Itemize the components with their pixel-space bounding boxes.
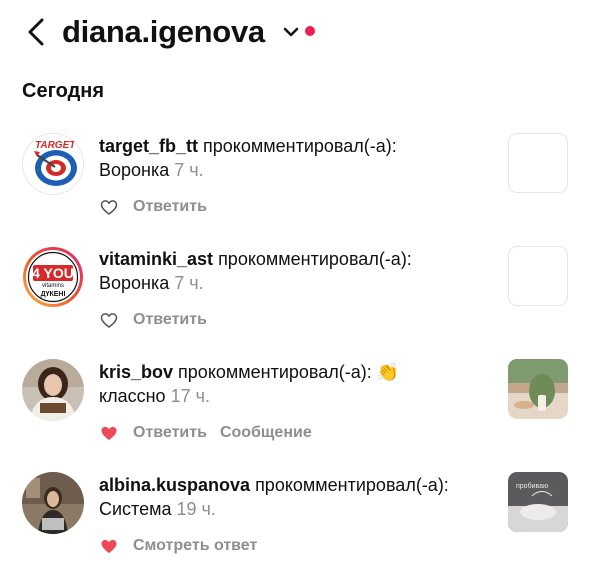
timestamp: 17 ч. xyxy=(170,386,210,406)
notification-actions: Ответить xyxy=(99,308,220,332)
post-thumbnail[interactable] xyxy=(508,359,568,419)
avatar-logo-subtext: vitamins xyxy=(42,283,64,289)
notification-text: kris_bov прокомментировал(-а): 👏 классно… xyxy=(99,360,489,408)
comment-text: Воронка xyxy=(99,160,170,180)
comment-text: Система xyxy=(99,499,172,519)
post-thumbnail[interactable] xyxy=(508,246,568,306)
timestamp: 7 ч. xyxy=(174,160,204,180)
post-thumbnail[interactable]: пробиваю xyxy=(508,472,568,532)
reply-button[interactable]: Ответить xyxy=(133,424,207,442)
notification-actions: Ответить Сообщение xyxy=(99,421,325,445)
account-username[interactable]: diana.igenova xyxy=(62,12,265,52)
notification-item: albina.kuspanova прокомментировал(-а): С… xyxy=(0,472,590,584)
comment-text: классно xyxy=(99,386,166,406)
timestamp: 7 ч. xyxy=(174,273,204,293)
action-text: прокомментировал(-а): xyxy=(250,475,449,495)
avatar-logo-text: TARGET xyxy=(35,140,76,151)
chevron-down-icon[interactable] xyxy=(282,25,300,39)
header: diana.igenova xyxy=(0,0,590,64)
notification-text: vitaminki_ast прокомментировал(-а): Воро… xyxy=(99,247,489,295)
avatar-logo-text: 4 YOU xyxy=(32,265,74,281)
username-link[interactable]: target_fb_tt xyxy=(99,136,198,156)
avatar[interactable] xyxy=(22,359,84,421)
avatar[interactable]: TARGET xyxy=(22,133,84,195)
reply-button[interactable]: Ответить xyxy=(133,198,207,216)
action-text: прокомментировал(-а): xyxy=(198,136,397,156)
avatar-logo-bottom: ДҮКЕНІ xyxy=(41,291,66,298)
avatar[interactable]: 4 YOU vitamins ДҮКЕНІ xyxy=(22,246,84,308)
reply-button[interactable]: Ответить xyxy=(133,311,207,329)
timestamp: 19 ч. xyxy=(176,499,216,519)
action-text: прокомментировал(-а): xyxy=(213,249,412,269)
notification-actions: Ответить xyxy=(99,195,220,219)
message-button[interactable]: Сообщение xyxy=(220,424,312,442)
heart-icon[interactable] xyxy=(99,197,119,217)
notification-item: 4 YOU vitamins ДҮКЕНІ vitaminki_ast прок… xyxy=(0,246,590,358)
section-title-today: Сегодня xyxy=(22,80,105,102)
comment-text: Воронка xyxy=(99,273,170,293)
username-link[interactable]: albina.kuspanova xyxy=(99,475,250,495)
view-reply-button[interactable]: Смотреть ответ xyxy=(133,537,257,555)
clapping-hands-emoji: 👏 xyxy=(376,362,400,382)
notification-text: albina.kuspanova прокомментировал(-а): С… xyxy=(99,473,489,521)
avatar[interactable] xyxy=(22,472,84,534)
username-link[interactable]: kris_bov xyxy=(99,362,173,382)
notification-item: TARGET target_fb_tt прокомментировал(-а)… xyxy=(0,133,590,245)
back-arrow-icon[interactable] xyxy=(24,14,50,50)
notification-item: kris_bov прокомментировал(-а): 👏 классно… xyxy=(0,359,590,471)
thumbnail-text: пробиваю xyxy=(516,482,548,490)
notification-actions: Смотреть ответ xyxy=(99,534,270,558)
username-link[interactable]: vitaminki_ast xyxy=(99,249,213,269)
post-thumbnail[interactable] xyxy=(508,133,568,193)
notification-text: target_fb_tt прокомментировал(-а): Ворон… xyxy=(99,134,489,182)
heart-icon[interactable] xyxy=(99,423,119,443)
heart-icon[interactable] xyxy=(99,536,119,556)
notification-dot xyxy=(305,26,315,36)
heart-icon[interactable] xyxy=(99,310,119,330)
action-text: прокомментировал(-а): xyxy=(173,362,372,382)
